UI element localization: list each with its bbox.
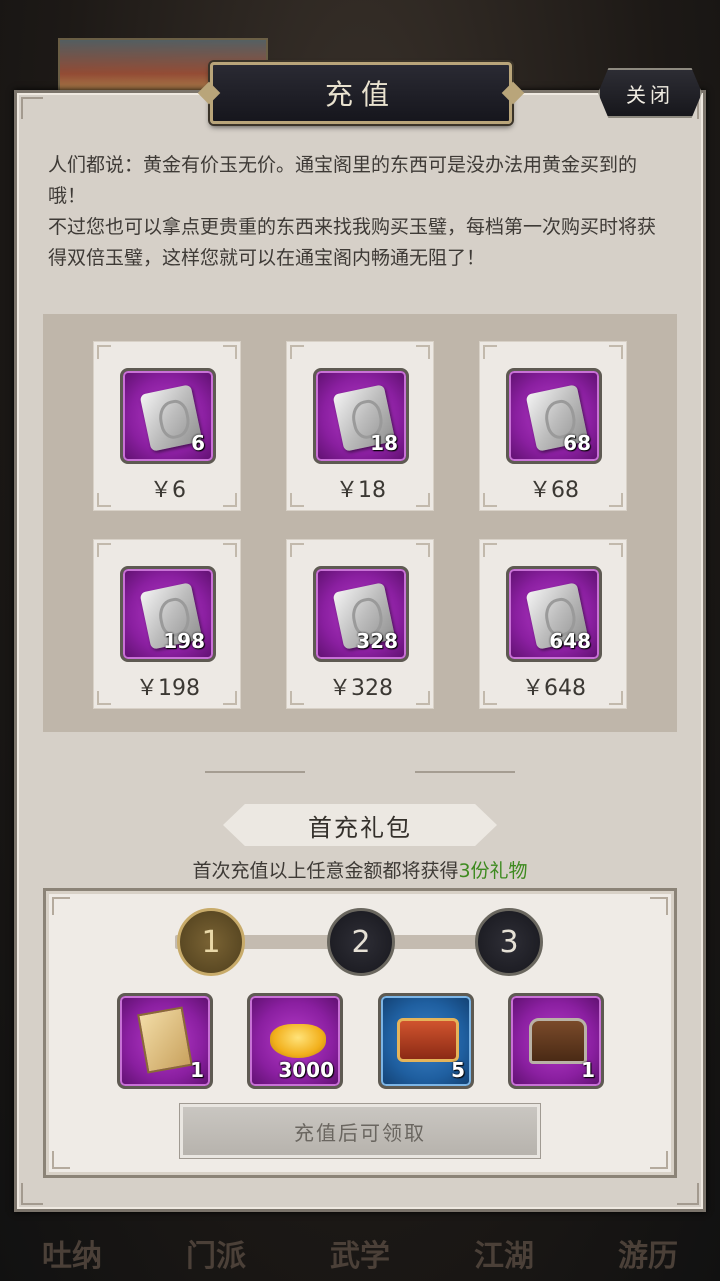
package-price: ￥68 <box>529 478 579 503</box>
section-divider <box>205 769 515 775</box>
first-pack-desc-highlight: 3份礼物 <box>458 860 528 882</box>
jade-amount: 68 <box>563 431 591 455</box>
bg-nav-item: 吐纳 <box>42 1239 102 1274</box>
jade-disc-icon: 6 <box>120 368 216 464</box>
background-bottom-nav: 吐纳 门派 武学 江湖 游历 <box>0 1200 720 1281</box>
bg-nav-item: 门派 <box>186 1239 246 1274</box>
jade-disc-icon: 68 <box>506 368 602 464</box>
reward-qty: 5 <box>451 1058 465 1082</box>
package-card-6[interactable]: 6 ￥6 <box>93 341 241 511</box>
reward-item-chest[interactable]: 1 <box>508 993 604 1089</box>
package-price: ￥328 <box>329 676 393 701</box>
package-price: ￥6 <box>150 478 186 503</box>
title-plate: 充值 <box>210 62 512 124</box>
book-icon <box>137 1006 193 1074</box>
claim-button-label: 充值后可领取 <box>294 1120 426 1145</box>
red-box-icon <box>397 1018 459 1062</box>
package-card-328[interactable]: 328 ￥328 <box>286 539 434 709</box>
reward-qty: 1 <box>190 1058 204 1082</box>
step-3-indicator[interactable]: 3 <box>475 908 543 976</box>
intro-text: 人们都说：黄金有价玉无价。通宝阁里的东西可是没办法用黄金买到的哦！ 不过您也可以… <box>48 150 668 274</box>
gold-ingot-icon <box>270 1024 326 1058</box>
jade-disc-icon: 648 <box>506 566 602 662</box>
close-button-label: 关闭 <box>626 82 674 107</box>
jade-disc-icon: 18 <box>313 368 409 464</box>
first-pack-title-banner: 首充礼包 <box>223 804 497 846</box>
claim-button[interactable]: 充值后可领取 <box>180 1104 540 1158</box>
first-pack-desc-prefix: 首次充值以上任意金额都将获得 <box>192 860 459 882</box>
jade-amount: 18 <box>370 431 398 455</box>
package-price: ￥198 <box>136 676 200 701</box>
panel-corner-ornament <box>677 1183 699 1205</box>
first-pack-title: 首充礼包 <box>308 813 412 842</box>
intro-line: 人们都说：黄金有价玉无价。通宝阁里的东西可是没办法用黄金买到的哦！ <box>48 154 638 207</box>
panel-corner-ornament <box>21 1183 43 1205</box>
page-title: 充值 <box>324 78 397 111</box>
first-pack-description: 首次充值以上任意金额都将获得3份礼物 <box>0 856 720 883</box>
reward-item-book[interactable]: 1 <box>117 993 213 1089</box>
package-grid: 6 ￥6 18 ￥18 68 ￥68 198 ￥198 328 ￥328 648… <box>43 314 677 732</box>
package-card-68[interactable]: 68 ￥68 <box>479 341 627 511</box>
jade-disc-icon: 328 <box>313 566 409 662</box>
jade-amount: 6 <box>191 431 205 455</box>
package-card-198[interactable]: 198 ￥198 <box>93 539 241 709</box>
bg-nav-item: 武学 <box>330 1239 390 1274</box>
jade-amount: 198 <box>163 629 205 653</box>
treasure-chest-icon <box>529 1018 587 1064</box>
jade-amount: 648 <box>549 629 591 653</box>
package-price: ￥18 <box>336 478 386 503</box>
package-price: ￥648 <box>522 676 586 701</box>
package-card-18[interactable]: 18 ￥18 <box>286 341 434 511</box>
close-button[interactable]: 关闭 <box>598 68 702 118</box>
reward-item-gold[interactable]: 3000 <box>247 993 343 1089</box>
step-1-indicator[interactable]: 1 <box>177 908 245 976</box>
bg-nav-item: 江湖 <box>474 1239 534 1274</box>
jade-amount: 328 <box>356 629 398 653</box>
jade-disc-icon: 198 <box>120 566 216 662</box>
package-card-648[interactable]: 648 ￥648 <box>479 539 627 709</box>
panel-corner-ornament <box>21 97 43 119</box>
reward-item-box[interactable]: 5 <box>378 993 474 1089</box>
reward-qty: 3000 <box>278 1058 334 1082</box>
intro-line: 不过您也可以拿点更贵重的东西来找我购买玉璧，每档第一次购买时将获得双倍玉璧，这样… <box>48 216 657 269</box>
reward-qty: 1 <box>581 1058 595 1082</box>
bg-nav-item: 游历 <box>618 1239 678 1274</box>
step-2-indicator[interactable]: 2 <box>327 908 395 976</box>
